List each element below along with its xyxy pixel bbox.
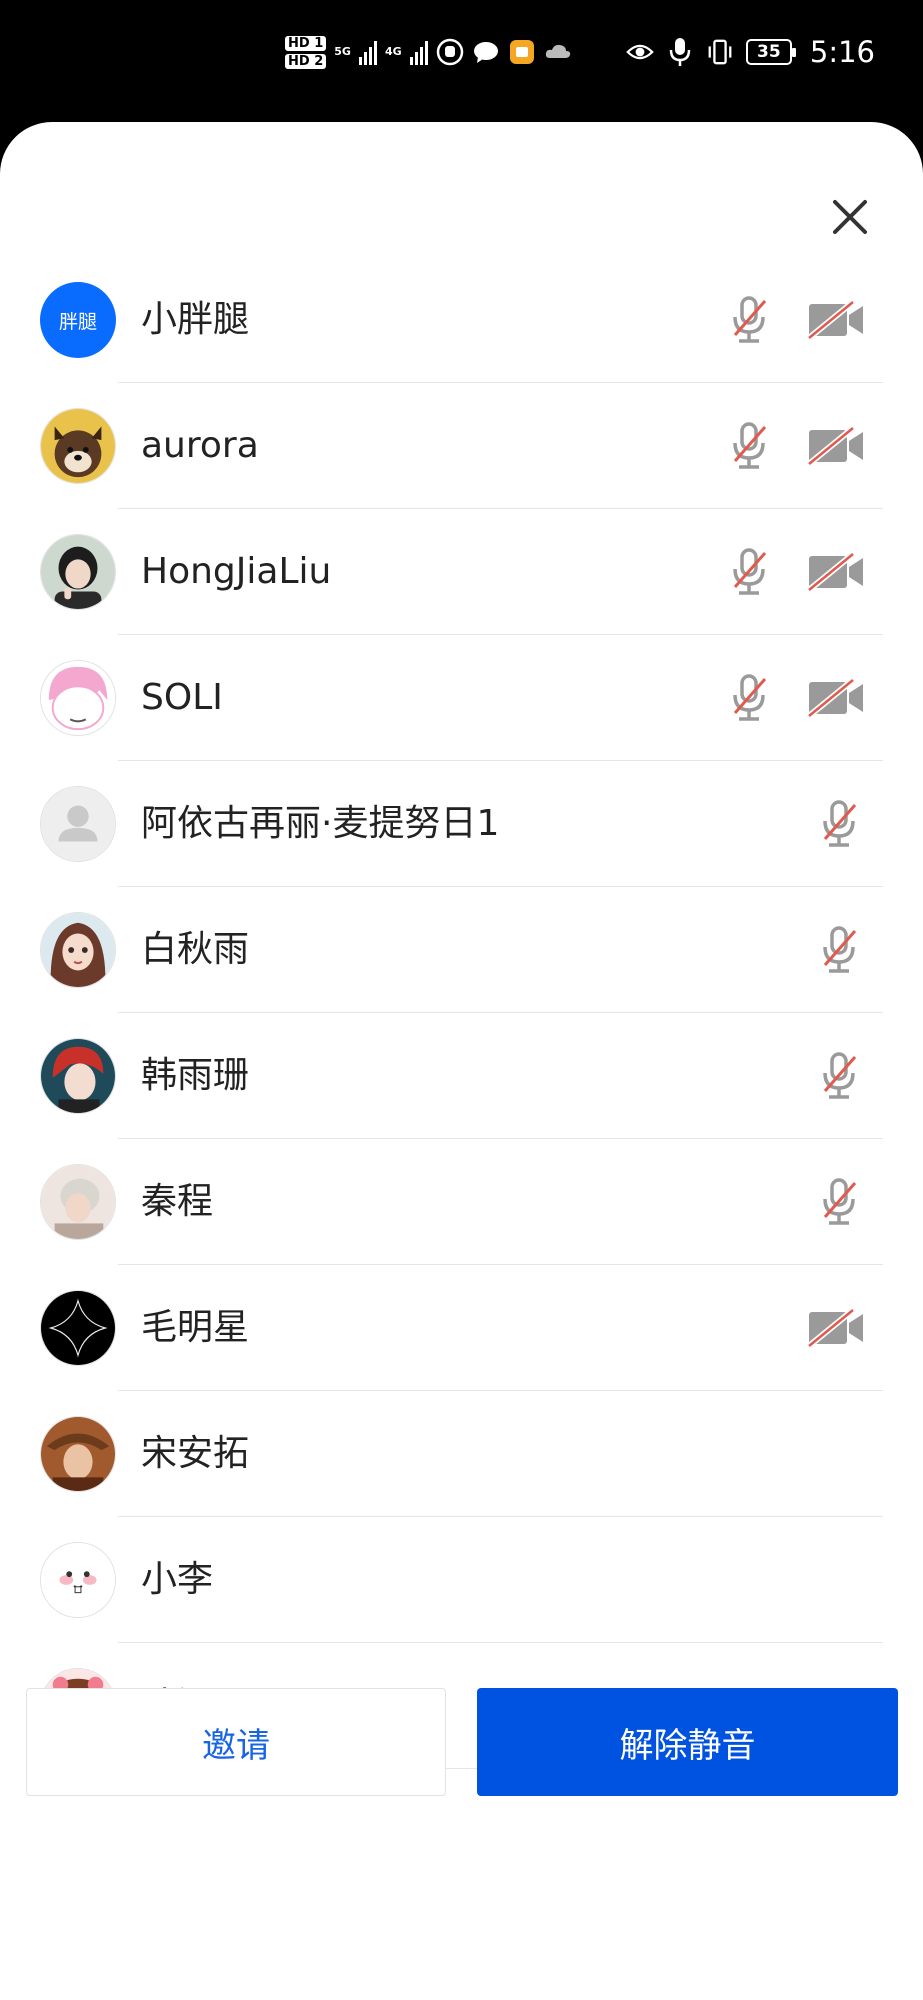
dog-avatar — [40, 408, 116, 484]
participant-name: 阿依古再丽·麦提努日1 — [141, 803, 500, 844]
participant-row[interactable]: 胖腿 小胖腿 — [0, 257, 923, 383]
app-notification-icon — [508, 38, 536, 66]
participant-row[interactable]: SOLI — [0, 635, 923, 761]
eye-icon — [626, 38, 654, 66]
participant-name: 白秋雨 — [141, 929, 250, 970]
video-off-icon — [805, 670, 867, 726]
status-bar: HD 1 HD 2 5G 4G 35 5:16 — [0, 0, 923, 122]
mic-muted-icon — [811, 922, 867, 978]
participant-name: 小李 — [141, 1559, 214, 1600]
status-right: 35 5:16 — [626, 26, 875, 78]
status-left: HD 1 HD 2 5G 4G — [285, 26, 572, 78]
participant-name: 毛明星 — [141, 1307, 250, 1348]
mic-muted-icon — [721, 670, 777, 726]
mic-muted-icon — [721, 544, 777, 600]
vibrate-icon — [706, 38, 734, 66]
avatar-blue-text: 胖腿 — [40, 282, 116, 358]
participant-list: 胖腿 小胖腿 aurora HongJiaLiu SOLI 阿依古再丽·麦提努日1 白秋雨韩… — [0, 257, 923, 1769]
video-off-icon — [805, 292, 867, 348]
mic-muted-icon — [811, 796, 867, 852]
participant-row[interactable]: 秦程 — [0, 1139, 923, 1265]
mic-muted-icon — [721, 418, 777, 474]
hd-badges: HD 1 HD 2 — [285, 35, 327, 69]
anime-redhair-avatar — [40, 1038, 116, 1114]
video-off-icon — [805, 1300, 867, 1356]
participant-row[interactable]: HongJiaLiu — [0, 509, 923, 635]
girl-photo-avatar — [40, 534, 116, 610]
participant-name: 韩雨珊 — [141, 1055, 250, 1096]
participant-status-icons — [721, 635, 867, 761]
anime-girl-avatar — [40, 912, 116, 988]
participant-row[interactable]: aurora — [0, 383, 923, 509]
status-time: 5:16 — [809, 35, 875, 69]
hand-icon — [436, 38, 464, 66]
participant-name: HongJiaLiu — [141, 551, 332, 592]
invite-button[interactable]: 邀请 — [26, 1688, 446, 1796]
mic-status-icon — [666, 38, 694, 66]
participant-status-icons — [721, 257, 867, 383]
battery-level: 35 — [757, 42, 781, 62]
message-icon — [472, 38, 500, 66]
black-abstract-avatar — [40, 1290, 116, 1366]
participant-status-icons — [811, 887, 867, 1013]
pink-cartoon-avatar — [40, 660, 116, 736]
cloud-icon — [544, 38, 572, 66]
default-user-avatar — [40, 786, 116, 862]
participant-row[interactable]: 韩雨珊 — [0, 1013, 923, 1139]
participant-name: SOLI — [141, 677, 223, 718]
participant-status-icons — [721, 383, 867, 509]
mic-muted-icon — [811, 1174, 867, 1230]
participant-status-icons — [811, 761, 867, 887]
avatar-text: 胖腿 — [58, 310, 97, 333]
close-button[interactable] — [825, 192, 875, 242]
bunny-avatar — [40, 1542, 116, 1618]
participant-status-icons — [805, 1265, 867, 1391]
participant-name: 宋安拓 — [141, 1433, 250, 1474]
participant-name: 秦程 — [141, 1181, 214, 1222]
hd2-badge: HD 2 — [285, 53, 327, 69]
participant-name: aurora — [141, 425, 259, 466]
participant-status-icons — [721, 509, 867, 635]
video-off-icon — [805, 418, 867, 474]
mic-muted-icon — [811, 1048, 867, 1104]
mic-muted-icon — [721, 292, 777, 348]
signal-icon — [358, 39, 377, 65]
signal-icon-2 — [409, 39, 428, 65]
hd1-badge: HD 1 — [285, 35, 327, 51]
participant-status-icons — [811, 1013, 867, 1139]
video-off-icon — [805, 544, 867, 600]
participant-name: 小胖腿 — [141, 299, 250, 340]
participant-row[interactable]: 毛明星 — [0, 1265, 923, 1391]
photo-avatar — [40, 1164, 116, 1240]
participant-row[interactable]: 宋安拓 — [0, 1391, 923, 1517]
participant-row[interactable]: 小李 — [0, 1517, 923, 1643]
participant-row[interactable]: 白秋雨 — [0, 887, 923, 1013]
participant-status-icons — [811, 1139, 867, 1265]
net-4g-label: 4G — [384, 45, 402, 58]
battery-icon: 35 — [745, 39, 796, 65]
close-icon — [833, 200, 867, 234]
participant-row[interactable]: 阿依古再丽·麦提努日1 — [0, 761, 923, 887]
net-5g-label: 5G — [334, 45, 351, 58]
game-character-avatar — [40, 1416, 116, 1492]
unmute-button[interactable]: 解除静音 — [477, 1688, 898, 1796]
